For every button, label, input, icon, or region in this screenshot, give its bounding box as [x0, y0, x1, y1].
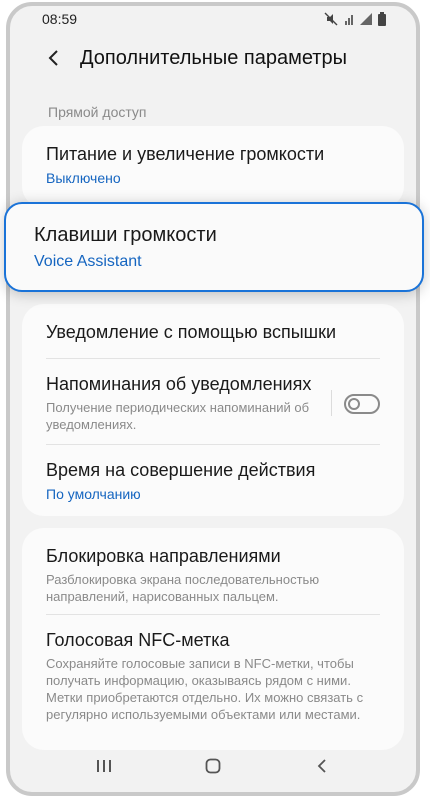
home-button[interactable]: [193, 746, 233, 786]
battery-icon: [378, 12, 386, 26]
item-title: Время на совершение действия: [46, 460, 316, 480]
list-item-flash-notification[interactable]: Уведомление с помощью вспышки: [46, 322, 380, 343]
wifi-icon: [345, 15, 353, 25]
list-item-volume-keys[interactable]: Клавиши громкости Voice Assistant: [4, 202, 424, 292]
vertical-divider: [331, 390, 332, 416]
chevron-left-icon: [48, 50, 58, 66]
item-status: По умолчанию: [46, 486, 141, 502]
item-title: Клавиши громкости: [34, 224, 217, 246]
home-icon: [205, 758, 221, 774]
settings-card-3: Блокировка направлениями Разблокировка э…: [22, 528, 404, 750]
back-icon: [317, 759, 326, 773]
signal-icon: [360, 13, 372, 25]
status-icons: [324, 12, 386, 26]
recent-apps-button[interactable]: [84, 746, 124, 786]
settings-card-1: Питание и увеличение громкости Выключено: [22, 126, 404, 208]
header-back-button[interactable]: [40, 44, 68, 72]
item-title: Питание и увеличение громкости: [46, 144, 325, 164]
settings-card-2: Уведомление с помощью вспышки Напоминани…: [22, 304, 404, 516]
divider: [46, 358, 380, 359]
item-title: Голосовая NFC-метка: [46, 630, 230, 650]
list-item-voice-nfc[interactable]: Голосовая NFC-метка Сохраняйте голосовые…: [46, 630, 380, 723]
divider: [46, 614, 380, 615]
toggle-knob: [348, 398, 360, 410]
item-description: Разблокировка экрана последовательностью…: [46, 572, 320, 604]
status-time: 08:59: [42, 11, 78, 27]
phone-frame: 08:59 Дополнительные параметры Прямой до…: [6, 2, 420, 796]
header: Дополнительные параметры: [10, 36, 416, 80]
status-bar: 08:59: [10, 6, 416, 32]
item-title: Уведомление с помощью вспышки: [46, 322, 337, 342]
item-description: Получение периодических напоминаний об у…: [46, 400, 310, 432]
list-item-action-time[interactable]: Время на совершение действия По умолчани…: [46, 460, 380, 502]
item-title: Напоминания об уведомлениях: [46, 374, 312, 394]
reminder-toggle[interactable]: [344, 394, 380, 414]
back-button[interactable]: [302, 746, 342, 786]
list-item-power-volume[interactable]: Питание и увеличение громкости Выключено: [46, 144, 380, 186]
divider: [46, 444, 380, 445]
item-status: Voice Assistant: [34, 253, 142, 270]
item-status: Выключено: [46, 170, 121, 186]
nav-bar: [10, 740, 416, 792]
item-description: Сохраняйте голосовые записи в NFC-метки,…: [46, 656, 364, 722]
item-title: Блокировка направлениями: [46, 546, 281, 566]
page-title: Дополнительные параметры: [80, 46, 347, 69]
list-item-notification-reminders[interactable]: Напоминания об уведомлениях Получение пе…: [46, 374, 380, 433]
list-item-direction-lock[interactable]: Блокировка направлениями Разблокировка э…: [46, 546, 380, 605]
recent-apps-icon: [97, 760, 112, 772]
mute-icon: [324, 12, 338, 26]
section-label: Прямой доступ: [48, 104, 147, 120]
